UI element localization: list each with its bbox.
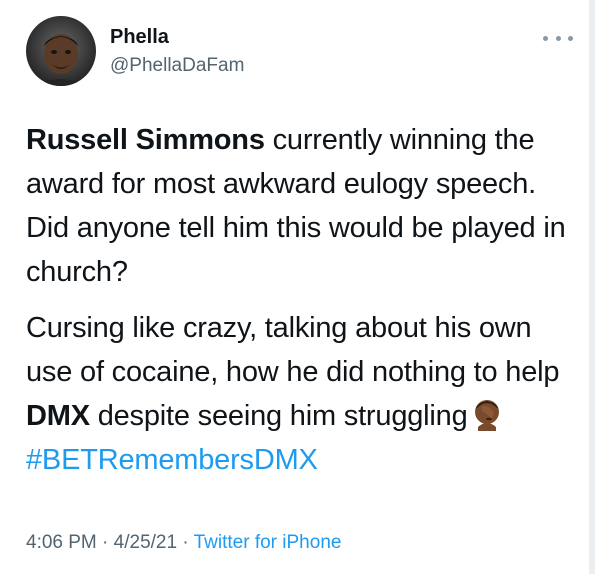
tweet-paragraph-2: Cursing like crazy, talking about his ow… xyxy=(26,306,581,482)
tweet-date[interactable]: 4/25/21 xyxy=(114,532,177,553)
author-name[interactable]: Phella xyxy=(110,25,169,49)
dot xyxy=(568,35,573,41)
meta-separator: · xyxy=(177,532,194,553)
more-options-icon[interactable] xyxy=(543,30,573,46)
mention-dmx: DMX xyxy=(26,400,90,432)
tweet-card: Phella @PhellaDaFam Russell Simmons curr… xyxy=(0,0,595,574)
mention-russell-simmons: Russell Simmons xyxy=(26,124,265,156)
hashtag-link[interactable]: #BETRemembersDMX xyxy=(26,444,318,476)
tweet-text: Russell Simmons currently winning the aw… xyxy=(26,118,581,494)
person-facepalming-emoji-icon xyxy=(470,397,504,431)
tweet-meta: 4:06 PM · 4/25/21 · Twitter for iPhone xyxy=(26,530,341,556)
paragraph-2-text-a: Cursing like crazy, talking about his ow… xyxy=(26,312,560,388)
avatar[interactable] xyxy=(26,16,96,86)
dot xyxy=(555,35,561,41)
tweet-paragraph-1: Russell Simmons currently winning the aw… xyxy=(26,118,581,294)
meta-separator: · xyxy=(96,532,114,553)
card-edge xyxy=(589,0,595,574)
author-handle[interactable]: @PhellaDaFam xyxy=(110,54,244,78)
paragraph-2-text-b: despite seeing him struggling xyxy=(89,400,468,432)
dot xyxy=(543,35,548,41)
tweet-time[interactable]: 4:06 PM xyxy=(26,532,97,553)
tweet-source-link[interactable]: Twitter for iPhone xyxy=(194,532,342,553)
